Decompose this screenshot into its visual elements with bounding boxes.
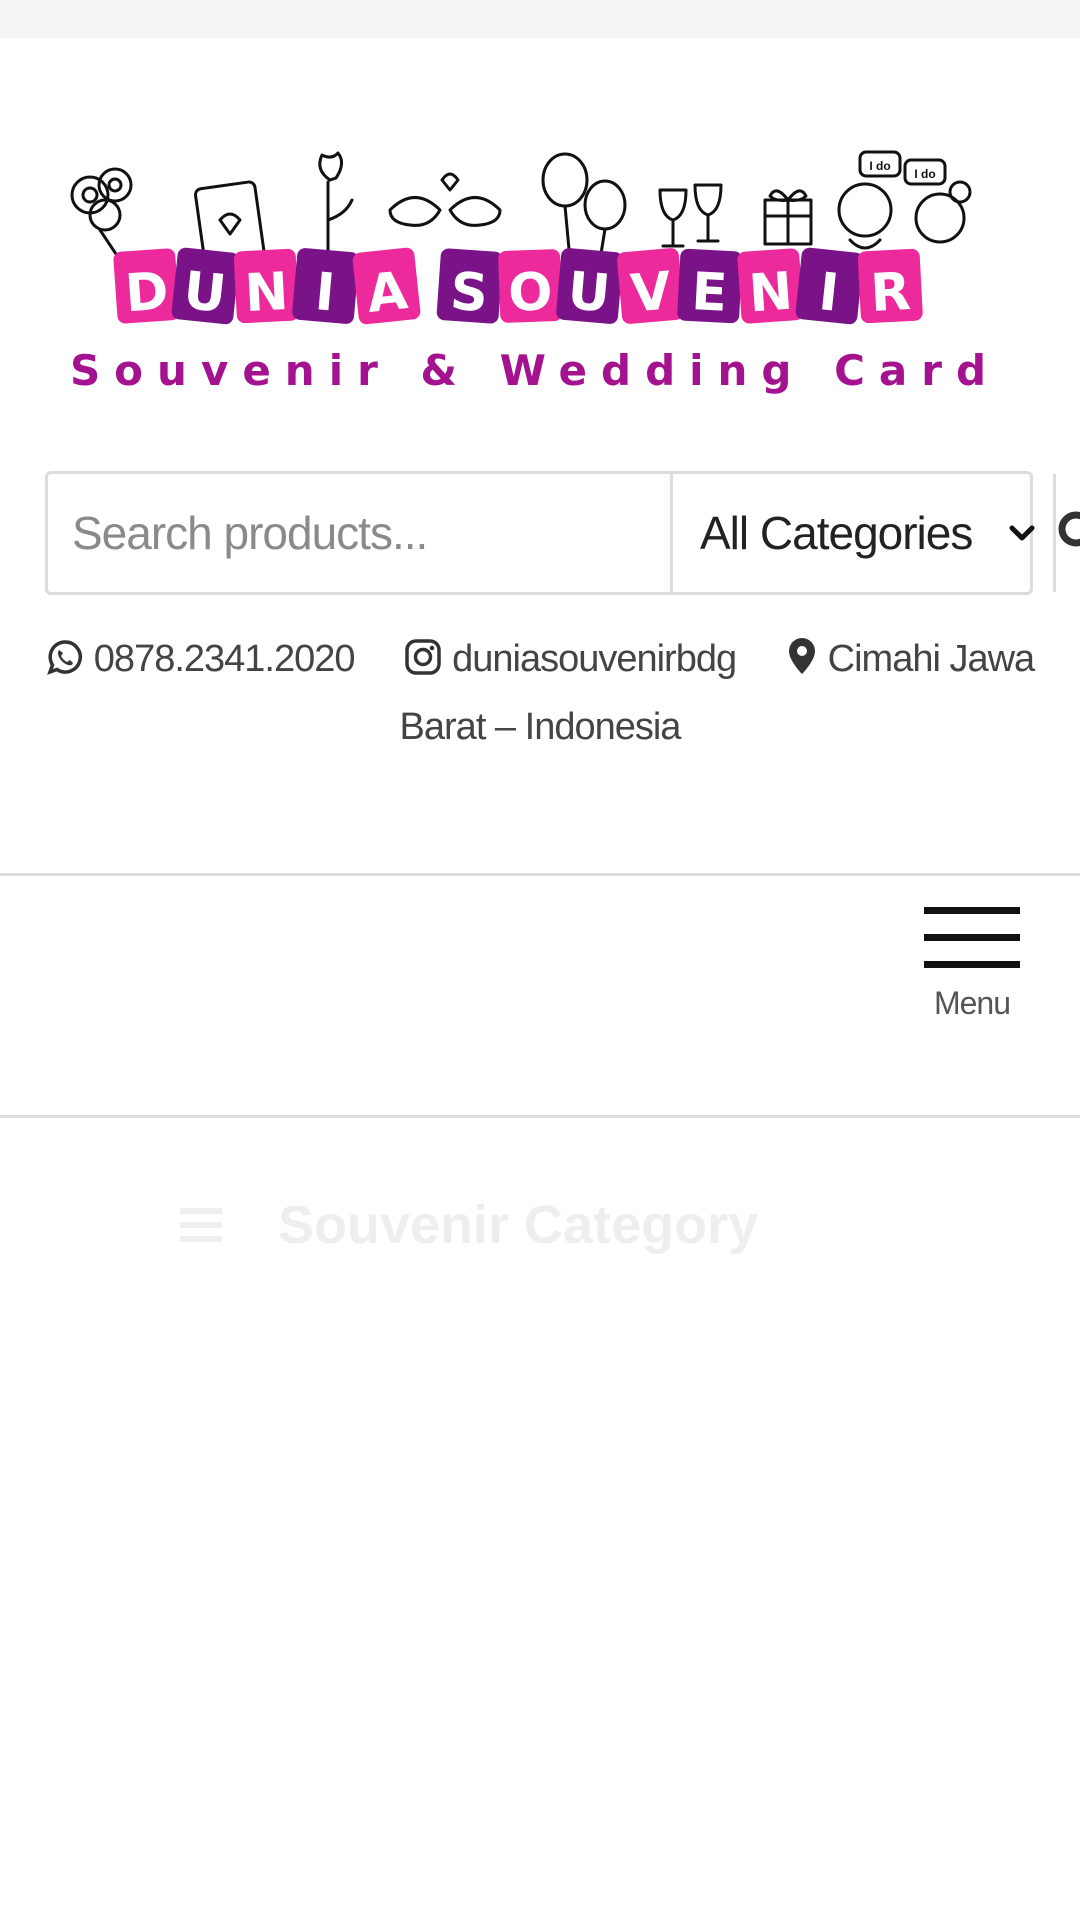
logo-letter-block: U <box>556 248 623 325</box>
logo-letter-block: S <box>436 248 503 324</box>
logo-letter-block: N <box>233 248 299 324</box>
svg-text:A: A <box>364 261 410 325</box>
product-search-bar: All Categories <box>45 471 1080 595</box>
phone-number: 0878.2341.2020 <box>93 638 356 680</box>
location-line-2: Indonesia <box>524 706 682 748</box>
top-status-bar <box>0 0 1080 38</box>
logo-letter-block: N <box>737 248 804 325</box>
svg-text:E: E <box>690 262 729 324</box>
map-pin-icon <box>788 638 815 674</box>
header-divider-bottom <box>0 1115 1080 1118</box>
svg-text:N: N <box>243 262 290 324</box>
instagram-handle: duniasouvenirbdg <box>452 638 737 680</box>
logo-tagline: Souvenir & Wedding Card <box>70 346 1000 395</box>
search-input[interactable] <box>48 474 673 592</box>
category-header[interactable]: Souvenir Category <box>180 1190 758 1260</box>
logo-letter-block: O <box>498 249 563 324</box>
instagram-icon <box>405 639 441 675</box>
speech-bubble-2: I do <box>914 167 935 181</box>
svg-text:U: U <box>181 261 229 325</box>
hamburger-icon <box>924 905 1020 969</box>
contact-info: 0878.2341.2020 duniasouvenirbdg Cimahi J… <box>40 625 1040 761</box>
instagram-contact[interactable]: duniasouvenirbdg <box>404 638 746 680</box>
logo-letter-block: R <box>857 248 923 324</box>
svg-text:U: U <box>565 261 612 324</box>
logo-letter-block: A <box>352 247 421 325</box>
search-icon <box>1058 511 1080 547</box>
phone-contact[interactable]: 0878.2341.2020 <box>46 638 364 680</box>
menu-label: Menu <box>933 985 1011 1021</box>
svg-text:D: D <box>123 262 170 325</box>
menu-button[interactable]: Menu <box>920 905 1024 1025</box>
speech-bubble-1: I do <box>869 159 890 173</box>
logo-letter-block: V <box>617 248 684 325</box>
logo-letter-block: E <box>677 248 743 324</box>
logo-letter-block: U <box>171 247 240 325</box>
svg-text:R: R <box>869 262 912 324</box>
site-logo[interactable]: I do I do DUNIASOUVENIR Souvenir & Weddi… <box>60 150 1020 410</box>
header-divider-top <box>0 873 1080 876</box>
category-header-title: Souvenir Category <box>278 1195 759 1255</box>
category-select[interactable]: All Categories <box>673 474 1056 592</box>
whatsapp-icon <box>46 640 82 675</box>
svg-text:O: O <box>507 262 553 324</box>
svg-text:V: V <box>628 261 673 324</box>
category-select-value: All Categories <box>700 507 973 559</box>
svg-text:S: S <box>448 262 490 324</box>
chevron-down-icon <box>1009 525 1035 541</box>
list-icon <box>180 1208 222 1242</box>
search-button[interactable] <box>1056 474 1080 592</box>
logo-letter-block: I <box>795 247 864 325</box>
logo-letter-block: I <box>292 248 359 324</box>
svg-text:N: N <box>747 262 795 325</box>
logo-letter-block: D <box>113 248 180 325</box>
